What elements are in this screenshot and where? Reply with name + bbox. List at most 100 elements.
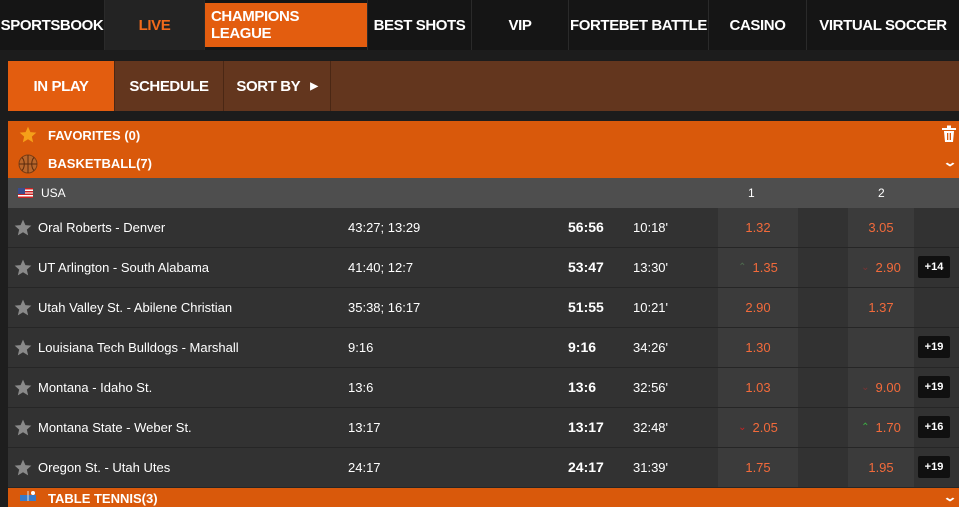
match-row[interactable]: Oral Roberts - Denver 43:27; 13:29 56:56 10… xyxy=(8,208,959,248)
match-name[interactable]: Oregon St. - Utah Utes xyxy=(38,460,170,475)
chevron-down-icon[interactable]: ⌄ xyxy=(942,155,957,169)
odds-down-icon: ⌄ xyxy=(738,422,747,433)
more-markets-button[interactable]: +19 xyxy=(918,336,950,358)
odds-value: 1.30 xyxy=(745,340,771,355)
odds-up-icon: ⌃ xyxy=(861,422,870,433)
tab-sort-by[interactable]: SORT BY ▶ xyxy=(224,61,331,111)
match-name[interactable]: Utah Valley St. - Abilene Christian xyxy=(38,300,232,315)
more-markets-button[interactable]: +14 xyxy=(918,256,950,278)
match-time: 32:56' xyxy=(633,380,669,395)
sport-section: FAVORITES (0) BASKETBALL(7) ⌄ xyxy=(8,121,959,178)
nav-label: CHAMPIONS LEAGUE xyxy=(205,3,367,47)
odds-2-button[interactable]: ⌄ 2.90 xyxy=(848,248,914,287)
favorites-row[interactable]: FAVORITES (0) xyxy=(8,121,959,149)
favorite-star-icon[interactable] xyxy=(13,218,33,238)
match-name[interactable]: Oral Roberts - Denver xyxy=(38,220,165,235)
match-total-score: 56:56 xyxy=(568,219,604,235)
odds-2-button[interactable]: ⌄ 9.00 xyxy=(848,368,914,407)
match-name[interactable]: Montana - Idaho St. xyxy=(38,380,152,395)
match-row[interactable]: Utah Valley St. - Abilene Christian 35:38… xyxy=(8,288,959,328)
match-time: 10:21' xyxy=(633,300,669,315)
odds-1-button[interactable]: ⌄ 2.05 xyxy=(718,408,798,447)
match-time: 10:18' xyxy=(633,220,669,235)
nav-label: BEST SHOTS xyxy=(373,16,466,34)
match-name[interactable]: UT Arlington - South Alabama xyxy=(38,260,209,275)
nav-vip[interactable]: VIP xyxy=(472,0,569,50)
nav-best-shots[interactable]: BEST SHOTS xyxy=(368,0,472,50)
match-name[interactable]: Louisiana Tech Bulldogs - Marshall xyxy=(38,340,239,355)
odds-1-button[interactable]: 1.32 xyxy=(718,208,798,247)
nav-champions-league[interactable]: CHAMPIONS LEAGUE xyxy=(205,0,368,50)
match-row[interactable]: UT Arlington - South Alabama 41:40; 12:7 5… xyxy=(8,248,959,288)
match-row[interactable]: Louisiana Tech Bulldogs - Marshall 9:16 9:… xyxy=(8,328,959,368)
match-total-score: 53:47 xyxy=(568,259,604,275)
match-score-detail: 9:16 xyxy=(348,340,374,355)
odds-1-button[interactable]: 1.03 xyxy=(718,368,798,407)
favorite-star-icon[interactable] xyxy=(13,258,33,278)
subnav: IN PLAY SCHEDULE SORT BY ▶ xyxy=(8,61,959,111)
match-row[interactable]: Montana State - Weber St. 13:17 13:17 32:48… xyxy=(8,408,959,448)
odds-1-button[interactable]: ⌃ 1.35 xyxy=(718,248,798,287)
chevron-down-icon[interactable]: ⌄ xyxy=(942,490,957,504)
favorite-star-icon[interactable] xyxy=(13,418,33,438)
match-score-detail: 35:38; 16:17 xyxy=(348,300,421,315)
match-time: 31:39' xyxy=(633,460,669,475)
basketball-icon xyxy=(8,154,48,174)
star-icon xyxy=(8,125,48,145)
odds-2-button[interactable] xyxy=(848,328,914,367)
tab-in-play[interactable]: IN PLAY xyxy=(8,61,115,111)
odds-1-button[interactable]: 1.75 xyxy=(718,448,798,487)
nav-live[interactable]: LIVE xyxy=(105,0,205,50)
odds-value: 1.95 xyxy=(868,460,894,475)
more-markets-button[interactable]: +16 xyxy=(918,416,950,438)
nav-label: LIVE xyxy=(138,16,171,34)
nav-casino[interactable]: CASINO xyxy=(709,0,807,50)
basketball-label: BASKETBALL(7) xyxy=(48,156,152,171)
match-name[interactable]: Montana State - Weber St. xyxy=(38,420,192,435)
match-time: 34:26' xyxy=(633,340,669,355)
match-total-score: 13:17 xyxy=(568,419,604,435)
match-total-score: 13:6 xyxy=(568,379,597,395)
favorites-label: FAVORITES (0) xyxy=(48,127,141,143)
match-score-detail: 13:17 xyxy=(348,420,381,435)
favorite-star-icon[interactable] xyxy=(13,458,33,478)
odds-2-button[interactable]: 1.37 xyxy=(848,288,914,327)
odds-up-icon: ⌃ xyxy=(738,262,747,273)
favorite-star-icon[interactable] xyxy=(13,338,33,358)
nav-label: VIRTUAL SOCCER xyxy=(819,16,947,34)
more-markets-button[interactable]: +19 xyxy=(918,376,950,398)
match-time: 32:48' xyxy=(633,420,669,435)
table-tennis-section[interactable]: TABLE TENNIS(3) ⌄ xyxy=(8,488,959,507)
usa-flag-icon xyxy=(18,188,33,198)
subnav-bar: IN PLAY SCHEDULE SORT BY ▶ xyxy=(0,50,959,120)
trash-icon[interactable] xyxy=(941,125,957,143)
table-tennis-row[interactable]: TABLE TENNIS(3) ⌄ xyxy=(8,488,959,507)
country-header: USA 1 2 xyxy=(8,178,959,208)
nav-virtual-soccer[interactable]: VIRTUAL SOCCER xyxy=(807,0,959,50)
odds-2-button[interactable]: 3.05 xyxy=(848,208,914,247)
match-total-score: 24:17 xyxy=(568,459,604,475)
match-row[interactable]: Montana - Idaho St. 13:6 13:6 32:56' 1.03 ⌄ 9.… xyxy=(8,368,959,408)
match-score-detail: 13:6 xyxy=(348,380,374,395)
nav-sportsbook[interactable]: SPORTSBOOK xyxy=(0,0,105,50)
odds-down-icon: ⌄ xyxy=(861,382,870,393)
more-markets-button[interactable]: +19 xyxy=(918,456,950,478)
top-navigation: SPORTSBOOK LIVE CHAMPIONS LEAGUE BEST SH… xyxy=(0,0,959,50)
tab-label: SCHEDULE xyxy=(129,77,209,95)
odds-2-button[interactable]: 1.95 xyxy=(848,448,914,487)
odds-value: 2.90 xyxy=(745,300,771,315)
odds-2-button[interactable]: ⌃ 1.70 xyxy=(848,408,914,447)
odds-1-button[interactable]: 2.90 xyxy=(718,288,798,327)
odds-value: 1.32 xyxy=(745,220,771,235)
favorite-star-icon[interactable] xyxy=(13,378,33,398)
odds-value: 2.05 xyxy=(752,420,778,435)
odds-1-button[interactable]: 1.30 xyxy=(718,328,798,367)
tab-label: IN PLAY xyxy=(33,77,89,95)
nav-fortebet-battle[interactable]: FORTEBET BATTLE xyxy=(569,0,709,50)
nav-label: FORTEBET BATTLE xyxy=(569,16,708,34)
basketball-row[interactable]: BASKETBALL(7) ⌄ xyxy=(8,149,959,178)
favorite-star-icon[interactable] xyxy=(13,298,33,318)
tab-schedule[interactable]: SCHEDULE xyxy=(115,61,224,111)
table-tennis-icon xyxy=(8,490,48,506)
match-row[interactable]: Oregon St. - Utah Utes 24:17 24:17 31:39' 1.… xyxy=(8,448,959,488)
